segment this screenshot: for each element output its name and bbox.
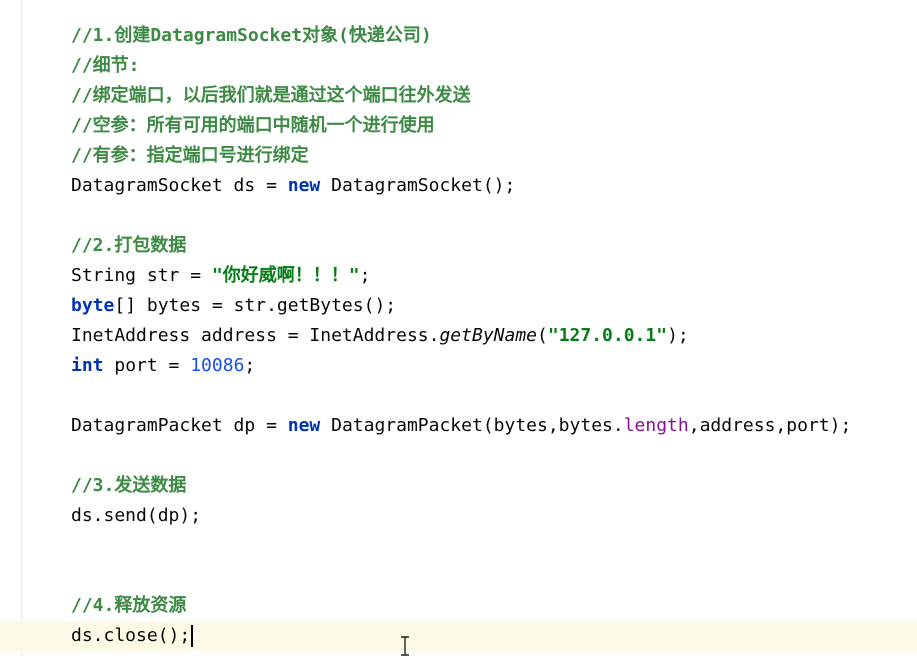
code-line-15[interactable] [71, 441, 851, 471]
field-name: length [623, 415, 689, 436]
code-line-12[interactable]: int port = 10086; [71, 351, 851, 381]
code-line-5[interactable]: //有参：指定端口号进行绑定 [71, 141, 851, 171]
code-text: String str = [71, 265, 212, 286]
number-literal: 10086 [190, 355, 245, 376]
code-text: [] bytes = str.getBytes(); [114, 295, 397, 316]
method-name: getByName [439, 325, 538, 346]
comment: //空参：所有可用的端口中随机一个进行使用 [71, 115, 435, 136]
code-text: DatagramPacket dp = [71, 415, 288, 436]
comment: //细节: [71, 55, 140, 76]
code-line-20[interactable]: //4.释放资源 [71, 591, 851, 621]
code-text: DatagramSocket(); [320, 175, 516, 196]
code-text: DatagramSocket ds = [71, 175, 288, 196]
code-text: ); [667, 325, 689, 346]
code-line-4[interactable]: //空参：所有可用的端口中随机一个进行使用 [71, 111, 851, 141]
code-line-16[interactable]: //3.发送数据 [71, 471, 851, 501]
code-line-10[interactable]: byte[] bytes = str.getBytes(); [71, 291, 851, 321]
gutter-divider [21, 0, 22, 656]
code-line-11[interactable]: InetAddress address = InetAddress.getByN… [71, 321, 851, 351]
code-line-7[interactable] [71, 201, 851, 231]
code-text: ; [359, 265, 371, 286]
code-line-8[interactable]: //2.打包数据 [71, 231, 851, 261]
code-text: DatagramPacket(bytes,bytes. [320, 415, 624, 436]
text-caret [191, 625, 194, 647]
comment: //有参：指定端口号进行绑定 [71, 145, 309, 166]
code-text: ,address,port); [688, 415, 852, 436]
code-line-17[interactable]: ds.send(dp); [71, 501, 851, 531]
code-line-9[interactable]: String str = "你好威啊！！！"; [71, 261, 851, 291]
code-text: ds.close(); [71, 625, 191, 646]
code-text: port = [103, 355, 191, 376]
keyword: int [71, 355, 104, 376]
code-text: InetAddress address = InetAddress. [71, 325, 440, 346]
string-literal: "你好威啊！！！" [211, 265, 360, 286]
string-literal: "127.0.0.1" [547, 325, 668, 346]
comment: //3.发送数据 [71, 475, 187, 496]
code-line-2[interactable]: //细节: [71, 51, 851, 81]
keyword: new [287, 175, 321, 196]
code-line-19[interactable] [71, 561, 851, 591]
code-text: ( [537, 325, 548, 346]
code-text: ; [244, 355, 256, 376]
comment: //1.创建DatagramSocket对象(快递公司) [71, 25, 432, 46]
keyword: byte [71, 295, 115, 316]
comment: //绑定端口，以后我们就是通过这个端口往外发送 [71, 85, 471, 106]
code-editor[interactable]: //1.创建DatagramSocket对象(快递公司) //细节: //绑定端… [0, 0, 917, 656]
code-line-21[interactable]: ds.close(); [71, 621, 851, 651]
code-line-1[interactable]: //1.创建DatagramSocket对象(快递公司) [71, 21, 851, 51]
code-line-3[interactable]: //绑定端口，以后我们就是通过这个端口往外发送 [71, 81, 851, 111]
code-line-6[interactable]: DatagramSocket ds = new DatagramSocket()… [71, 171, 851, 201]
comment: //4.释放资源 [71, 595, 187, 616]
code-text: ds.send(dp); [71, 505, 202, 526]
comment: //2.打包数据 [71, 235, 187, 256]
text-cursor-icon [401, 636, 409, 656]
code-line-13[interactable] [71, 381, 851, 411]
keyword: new [287, 415, 321, 436]
code-area[interactable]: //1.创建DatagramSocket对象(快递公司) //细节: //绑定端… [71, 21, 851, 651]
code-line-14[interactable]: DatagramPacket dp = new DatagramPacket(b… [71, 411, 851, 441]
code-line-18[interactable] [71, 531, 851, 561]
